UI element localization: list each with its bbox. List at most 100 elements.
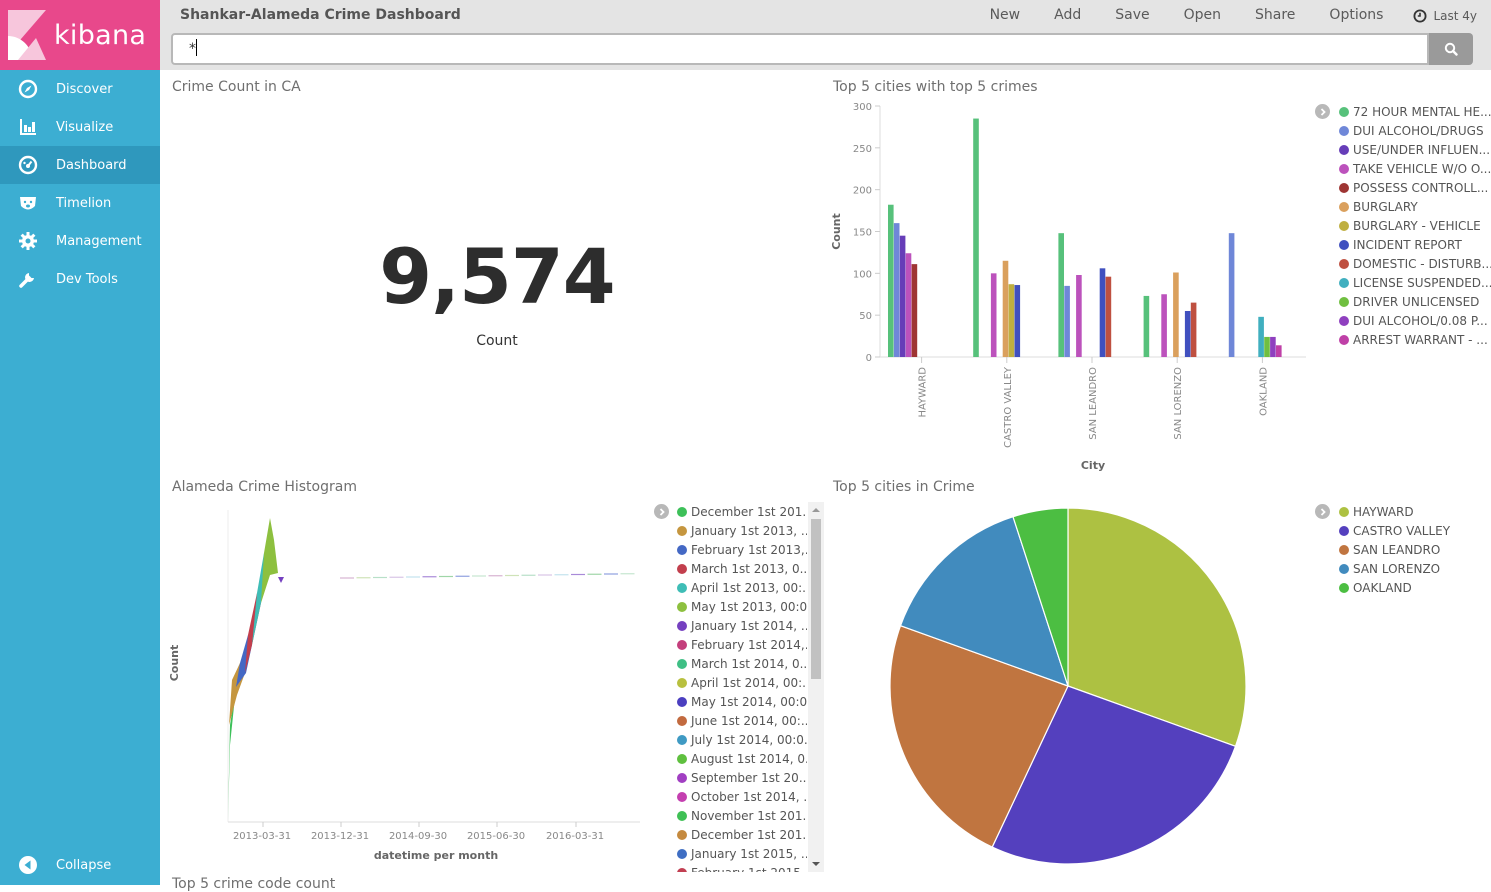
- bar[interactable]: [1064, 285, 1070, 357]
- bar[interactable]: [905, 253, 912, 357]
- pie-legend-item[interactable]: SAN LORENZO: [1339, 559, 1450, 578]
- sidebar-item-management[interactable]: Management: [0, 222, 160, 260]
- sidebar-item-label: Dashboard: [56, 157, 127, 173]
- histogram-legend-item[interactable]: March 1st 2014, 0...: [677, 654, 807, 673]
- bar[interactable]: [888, 204, 894, 357]
- histogram-legend-item[interactable]: February 1st 2015...: [677, 863, 807, 872]
- add-button[interactable]: Add: [1054, 7, 1081, 23]
- bar-legend-item[interactable]: DUI ALCOHOL/0.08 P...: [1339, 311, 1491, 330]
- sidebar-item-label: Dev Tools: [56, 271, 118, 287]
- scroll-up-icon[interactable]: [812, 507, 820, 513]
- pie-legend-toggle[interactable]: [1315, 504, 1330, 519]
- histogram-legend-item[interactable]: January 1st 2014, ...: [677, 616, 807, 635]
- histogram-legend-item[interactable]: January 1st 2013, ...: [677, 521, 807, 540]
- histogram-legend-item[interactable]: May 1st 2013, 00:0...: [677, 597, 807, 616]
- bar[interactable]: [990, 273, 997, 357]
- bar-legend-item[interactable]: BURGLARY: [1339, 197, 1491, 216]
- bar[interactable]: [1002, 260, 1009, 357]
- bar-legend-item[interactable]: DUI ALCOHOL/DRUGS: [1339, 121, 1491, 140]
- legend-label: February 1st 2014,...: [691, 637, 807, 652]
- bar-legend-item[interactable]: LICENSE SUSPENDED...: [1339, 273, 1491, 292]
- query-input[interactable]: *: [171, 33, 1429, 65]
- share-button[interactable]: Share: [1255, 7, 1295, 23]
- collapse-button[interactable]: Collapse: [0, 845, 160, 885]
- histogram-legend-scrollbar[interactable]: [808, 502, 824, 872]
- bar[interactable]: [1143, 295, 1150, 357]
- bar[interactable]: [1264, 336, 1270, 357]
- bar-legend-item[interactable]: USE/UNDER INFLUEN...: [1339, 140, 1491, 159]
- pie-legend-item[interactable]: CASTRO VALLEY: [1339, 521, 1450, 540]
- pie-legend-item[interactable]: SAN LEANDRO: [1339, 540, 1450, 559]
- bar-legend-item[interactable]: DRIVER UNLICENSED: [1339, 292, 1491, 311]
- bar-legend-item[interactable]: POSSESS CONTROLL...: [1339, 178, 1491, 197]
- bar[interactable]: [1099, 268, 1106, 357]
- bar[interactable]: [1228, 233, 1235, 357]
- sidebar-item-timelion[interactable]: Timelion: [0, 184, 160, 222]
- bar[interactable]: [1008, 284, 1015, 357]
- sidebar-item-visualize[interactable]: Visualize: [0, 108, 160, 146]
- chevron-right-icon: [1320, 507, 1326, 516]
- bar[interactable]: [1258, 316, 1264, 357]
- pie-legend-item[interactable]: OAKLAND: [1339, 578, 1450, 597]
- histogram-legend-item[interactable]: December 1st 201...: [677, 825, 807, 844]
- legend-color-dot: [677, 829, 687, 840]
- histogram-legend-item[interactable]: May 1st 2014, 00:0...: [677, 692, 807, 711]
- histogram-legend-item[interactable]: January 1st 2015, ...: [677, 844, 807, 863]
- bar-legend-item[interactable]: BURGLARY - VEHICLE: [1339, 216, 1491, 235]
- bar[interactable]: [1014, 285, 1021, 357]
- bar[interactable]: [911, 264, 918, 357]
- histogram-legend-item[interactable]: February 1st 2014,...: [677, 635, 807, 654]
- kibana-logo[interactable]: kibana: [0, 0, 160, 70]
- bar-legend-item[interactable]: 72 HOUR MENTAL HE...: [1339, 102, 1491, 121]
- bar-legend-item[interactable]: TAKE VEHICLE W/O O...: [1339, 159, 1491, 178]
- bar-legend-item[interactable]: ARREST WARRANT - ...: [1339, 330, 1491, 349]
- save-button[interactable]: Save: [1115, 7, 1149, 23]
- sidebar-item-dev-tools[interactable]: Dev Tools: [0, 260, 160, 298]
- bar[interactable]: [899, 235, 906, 357]
- bar[interactable]: [973, 118, 979, 357]
- bar[interactable]: [1076, 275, 1082, 357]
- bar[interactable]: [893, 223, 900, 357]
- histogram-legend-item[interactable]: June 1st 2014, 00:...: [677, 711, 807, 730]
- bar[interactable]: [1270, 336, 1276, 357]
- search-button[interactable]: [1429, 33, 1473, 65]
- sidebar-item-dashboard[interactable]: Dashboard: [0, 146, 160, 184]
- options-button[interactable]: Options: [1329, 7, 1383, 23]
- bar[interactable]: [1105, 276, 1112, 357]
- bar[interactable]: [1161, 294, 1167, 357]
- bar-legend-toggle[interactable]: [1315, 104, 1330, 119]
- time-picker-button[interactable]: Last 4y: [1413, 8, 1477, 23]
- sidebar-item-discover[interactable]: Discover: [0, 70, 160, 108]
- new-button[interactable]: New: [990, 7, 1021, 23]
- histogram-legend-item[interactable]: October 1st 2014, ...: [677, 787, 807, 806]
- bar-legend: 72 HOUR MENTAL HE... DUI ALCOHOL/DRUGS USE…: [1339, 102, 1491, 349]
- pie-legend-item[interactable]: HAYWARD: [1339, 502, 1450, 521]
- area-series[interactable]: [278, 577, 284, 583]
- sidebar-item-label: Visualize: [56, 119, 114, 135]
- legend-label: June 1st 2014, 00:...: [691, 713, 807, 728]
- legend-label: January 1st 2013, ...: [691, 523, 807, 538]
- histogram-legend-item[interactable]: December 1st 201...: [677, 502, 807, 521]
- legend-label: January 1st 2014, ...: [691, 618, 807, 633]
- bar[interactable]: [1173, 272, 1179, 357]
- histogram-legend-item[interactable]: February 1st 2013,...: [677, 540, 807, 559]
- bar[interactable]: [1276, 345, 1282, 357]
- bar-legend-item[interactable]: INCIDENT REPORT: [1339, 235, 1491, 254]
- bar[interactable]: [1190, 302, 1197, 357]
- histogram-legend-item[interactable]: September 1st 20...: [677, 768, 807, 787]
- histogram-legend-item[interactable]: August 1st 2014, 0...: [677, 749, 807, 768]
- legend-color-dot: [677, 772, 687, 783]
- histogram-legend-item[interactable]: November 1st 201...: [677, 806, 807, 825]
- legend-label: September 1st 20...: [691, 770, 807, 785]
- histogram-legend-item[interactable]: July 1st 2014, 00:0...: [677, 730, 807, 749]
- scroll-down-icon[interactable]: [812, 861, 820, 867]
- histogram-legend-item[interactable]: April 1st 2013, 00:...: [677, 578, 807, 597]
- histogram-legend-toggle[interactable]: [654, 504, 669, 519]
- histogram-legend-item[interactable]: April 1st 2014, 00:...: [677, 673, 807, 692]
- bar[interactable]: [1184, 310, 1191, 357]
- scrollbar-thumb[interactable]: [811, 519, 821, 679]
- bar[interactable]: [1058, 233, 1064, 357]
- histogram-legend-item[interactable]: March 1st 2013, 0...: [677, 559, 807, 578]
- bar-legend-item[interactable]: DOMESTIC - DISTURB...: [1339, 254, 1491, 273]
- open-button[interactable]: Open: [1184, 7, 1221, 23]
